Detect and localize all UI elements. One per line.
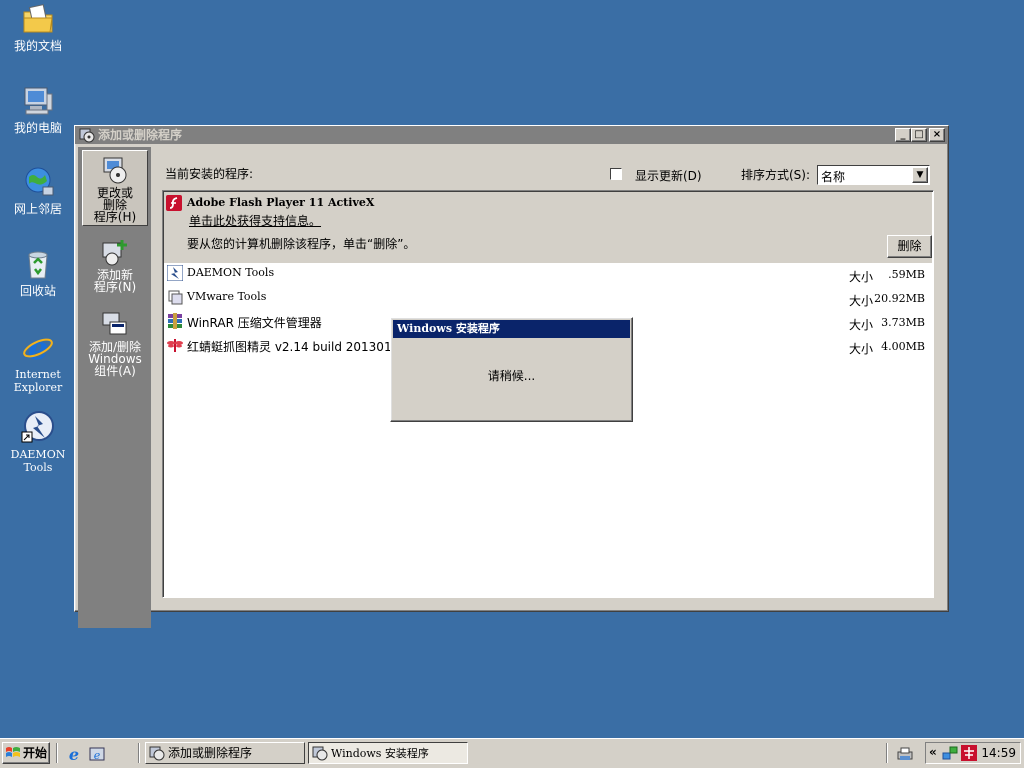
show-updates-checkbox[interactable] <box>610 168 622 180</box>
change-remove-programs-icon <box>103 157 127 184</box>
windows-logo-icon <box>6 747 20 757</box>
program-name: 红蜻蜓抓图精灵 v2.14 build 2013010 <box>187 340 400 354</box>
selected-program-name: Adobe Flash Player 11 ActiveX <box>187 196 375 209</box>
sort-by-select[interactable]: 名称 ▼ <box>817 165 930 185</box>
windows-installer-icon <box>312 746 328 761</box>
sidebar-item-label: 组件(A) <box>94 364 136 378</box>
desktop-icon-label: 回收站 <box>19 284 56 298</box>
recycle-bin-icon <box>28 251 48 279</box>
size-label: 大小 <box>849 342 874 356</box>
sort-by-value: 名称 <box>821 170 846 184</box>
printer-icon[interactable] <box>896 746 914 762</box>
screenshot-tool-icon[interactable] <box>961 745 977 761</box>
program-row[interactable]: VMware Tools 大小 20.92MB <box>165 287 931 309</box>
clock[interactable]: 14:59 <box>981 746 1016 760</box>
svg-text:e: e <box>69 746 79 762</box>
support-info-link[interactable]: 单击此处获得支持信息。 <box>189 212 321 229</box>
sidebar-item-add-new[interactable]: 添加新 程序(N) <box>82 233 148 297</box>
installed-programs-label: 当前安装的程序: <box>165 167 254 181</box>
desktop-icon-my-documents[interactable]: 我的文档 <box>0 2 76 53</box>
program-size: .59MB <box>888 268 925 281</box>
size-label: 大小 <box>849 294 874 308</box>
add-remove-programs-icon <box>149 746 165 761</box>
desktop-icon-label: DAEMON Tools <box>10 448 66 474</box>
taskbar: 开始 e e 添加或删除程序 Windows 安装程序 « 14:59 <box>0 738 1024 768</box>
task-button-windows-installer[interactable]: Windows 安装程序 <box>308 742 468 764</box>
task-label: Windows 安装程序 <box>331 747 429 760</box>
program-size: 3.73MB <box>881 316 925 329</box>
daemon-tools-icon <box>21 411 54 443</box>
vmware-icon <box>168 290 183 305</box>
program-row[interactable]: DAEMON Tools 大小 .59MB <box>165 263 931 285</box>
installer-dialog-title: Windows 安装程序 <box>397 322 500 335</box>
program-size: 4.00MB <box>881 340 925 353</box>
desktop-icon-network[interactable]: 网上邻居 <box>0 165 76 216</box>
maximize-button[interactable]: □ <box>911 128 927 142</box>
sidebar-item-label: 程序(H) <box>93 210 137 224</box>
network-connection-icon[interactable] <box>942 745 958 761</box>
window-titlebar[interactable]: 添加或删除程序 _ □ × <box>75 126 948 144</box>
task-button-add-remove-programs[interactable]: 添加或删除程序 <box>145 742 305 764</box>
task-label: 添加或删除程序 <box>168 746 253 760</box>
start-button[interactable]: 开始 <box>2 742 50 764</box>
flash-player-icon <box>166 195 182 211</box>
desktop-icon-label: 我的电脑 <box>13 121 62 135</box>
window-title: 添加或删除程序 <box>98 128 183 142</box>
show-updates-label[interactable]: 显示更新(D) <box>635 167 702 184</box>
desktop-icon-label: 网上邻居 <box>13 202 62 216</box>
installer-dialog-message: 请稍候... <box>487 369 536 383</box>
program-name: WinRAR 压缩文件管理器 <box>187 316 322 330</box>
task-divider <box>138 743 140 763</box>
desktop-icon-label: 我的文档 <box>13 39 62 53</box>
daemon-tools-icon <box>167 265 183 281</box>
chevron-down-icon[interactable]: ▼ <box>912 167 928 183</box>
system-tray: « 14:59 <box>925 742 1021 764</box>
tray-expand-button[interactable]: « <box>929 745 937 759</box>
desktop-icon-label: Internet Explorer <box>13 368 63 394</box>
desktop-icon-recycle-bin[interactable]: 回收站 <box>0 247 76 298</box>
sort-by-label: 排序方式(S): <box>741 168 811 182</box>
desktop-icon-my-computer[interactable]: 我的电脑 <box>0 84 76 135</box>
sidebar-item-change-remove[interactable]: 更改或 删除 程序(H) <box>82 150 148 226</box>
program-name: DAEMON Tools <box>187 266 275 279</box>
show-desktop-icon[interactable]: e <box>89 746 105 762</box>
network-icon <box>25 167 54 196</box>
remove-button[interactable]: 删除 <box>887 235 932 258</box>
sidebar: 更改或 删除 程序(H) 添加新 程序(N) 添加/删除 Windows 组件(… <box>78 147 151 628</box>
sidebar-item-windows-components[interactable]: 添加/删除 Windows 组件(A) <box>82 305 148 381</box>
close-button[interactable]: × <box>929 128 945 142</box>
installer-dialog-titlebar[interactable]: Windows 安装程序 <box>393 320 630 338</box>
tray-divider <box>886 743 888 763</box>
start-label: 开始 <box>23 746 48 760</box>
winrar-icon <box>168 313 182 329</box>
remove-hint-text: 要从您的计算机删除该程序，单击“删除”。 <box>187 237 416 251</box>
desktop-icon-internet-explorer[interactable]: e Internet Explorer <box>0 330 76 394</box>
computer-icon <box>24 87 53 115</box>
dragonfly-icon <box>167 339 183 352</box>
desktop-icon-daemon-tools[interactable]: DAEMON Tools <box>0 410 76 474</box>
program-size: 20.92MB <box>874 292 925 305</box>
add-remove-programs-icon <box>79 128 95 143</box>
add-new-programs-icon <box>102 240 127 266</box>
program-name: VMware Tools <box>187 290 267 303</box>
minimize-button[interactable]: _ <box>895 128 911 142</box>
internet-explorer-icon: e <box>23 330 53 364</box>
sidebar-item-label: 程序(N) <box>93 280 137 294</box>
size-label: 大小 <box>849 318 874 332</box>
windows-components-icon <box>102 312 127 335</box>
internet-explorer-icon[interactable]: e <box>66 746 82 762</box>
svg-text:e: e <box>28 330 48 364</box>
selected-program-row[interactable]: Adobe Flash Player 11 ActiveX 单击此处获得支持信息… <box>164 192 932 263</box>
quick-launch-divider <box>56 743 58 763</box>
size-label: 大小 <box>849 270 874 284</box>
svg-text:e: e <box>94 749 101 762</box>
installer-dialog: Windows 安装程序 请稍候... <box>390 317 633 422</box>
folder-documents-icon <box>23 4 53 33</box>
